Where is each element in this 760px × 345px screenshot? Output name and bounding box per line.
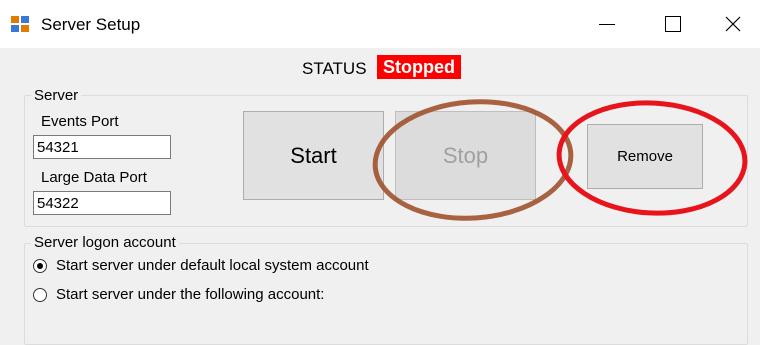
remove-button-label: Remove (617, 148, 673, 165)
minimize-button[interactable] (577, 0, 637, 48)
server-group-title: Server (31, 87, 82, 104)
stop-button-label: Stop (442, 142, 489, 168)
app-window-icon (11, 16, 29, 32)
maximize-button[interactable] (643, 0, 703, 48)
remove-button[interactable]: Remove (587, 124, 703, 189)
radio-default-label: Start server under default local system … (56, 257, 369, 274)
events-port-label: Events Port (41, 113, 119, 130)
maximize-icon (665, 16, 681, 32)
large-data-port-field[interactable]: 54322 (33, 191, 171, 215)
radio-default-button[interactable] (33, 258, 47, 273)
start-button[interactable]: Start (243, 111, 384, 200)
minimize-icon (599, 23, 615, 25)
window-title: Server Setup (41, 15, 141, 34)
start-button-label: Start (290, 142, 337, 168)
title-bar: Server Setup (0, 0, 760, 48)
events-port-field[interactable]: 54321 (33, 135, 171, 159)
radio-following-button[interactable] (33, 287, 47, 302)
close-icon (725, 16, 741, 32)
radio-default-account[interactable]: Start server under default local system … (33, 257, 369, 274)
radio-following-label: Start server under the following account… (56, 286, 325, 303)
close-button[interactable] (703, 0, 760, 48)
large-data-port-label: Large Data Port (41, 169, 147, 186)
radio-following-account[interactable]: Start server under the following account… (33, 286, 324, 303)
status-badge: Stopped (377, 55, 461, 79)
stop-button[interactable]: Stop (395, 111, 536, 200)
status-label: STATUS (302, 59, 367, 78)
logon-group-title: Server logon account (31, 234, 179, 251)
